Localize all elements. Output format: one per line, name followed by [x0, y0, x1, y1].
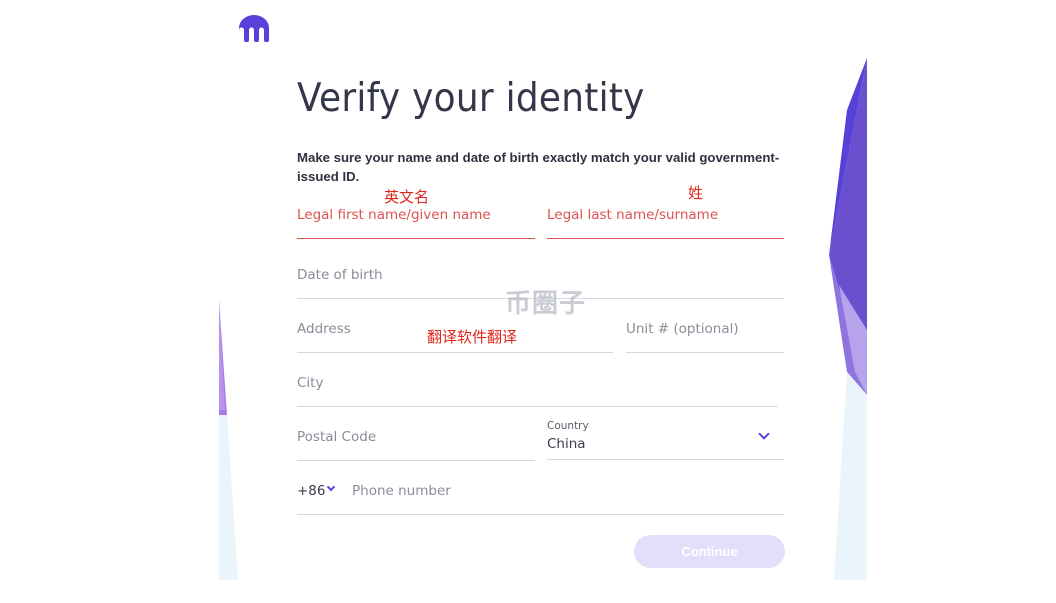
- continue-button[interactable]: Continue: [634, 535, 785, 568]
- annotation-first-name: 英文名: [384, 188, 430, 206]
- chevron-down-icon[interactable]: [758, 428, 770, 440]
- date-of-birth-label: Date of birth: [297, 267, 383, 283]
- postal-code-underline: [297, 460, 535, 461]
- phone-country-code[interactable]: +86: [297, 483, 326, 499]
- phone-underline: [297, 514, 784, 515]
- address-underline: [297, 352, 613, 353]
- last-name-field[interactable]: Legal last name/surname: [547, 207, 784, 239]
- first-name-underline: [297, 238, 535, 239]
- postal-code-label: Postal Code: [297, 429, 377, 445]
- postal-code-field[interactable]: Postal Code: [297, 429, 535, 461]
- phone-number-input[interactable]: Phone number: [352, 483, 451, 499]
- phone-field[interactable]: +86 Phone number: [297, 482, 784, 515]
- last-name-underline: [547, 238, 784, 239]
- address-label: Address: [297, 321, 351, 337]
- page-title: Verify your identity: [297, 76, 645, 121]
- city-label: City: [297, 375, 324, 391]
- page-subtitle: Make sure your name and date of birth ex…: [297, 150, 780, 184]
- city-underline: [297, 406, 778, 407]
- city-field[interactable]: City: [297, 375, 778, 407]
- kraken-logo-icon[interactable]: [237, 14, 271, 42]
- phone-code-chevron-icon[interactable]: [326, 482, 336, 492]
- unit-label: Unit # (optional): [626, 321, 739, 337]
- first-name-label: Legal first name/given name: [297, 207, 491, 223]
- country-underline: [547, 459, 784, 460]
- watermark-text: 币圈子: [505, 289, 587, 319]
- country-label: Country: [547, 420, 589, 432]
- unit-field[interactable]: Unit # (optional): [626, 321, 784, 353]
- country-select[interactable]: Country China: [547, 420, 784, 460]
- annotation-last-name: 姓: [688, 184, 704, 202]
- last-name-label: Legal last name/surname: [547, 207, 719, 223]
- first-name-field[interactable]: Legal first name/given name: [297, 207, 535, 239]
- unit-underline: [626, 352, 784, 353]
- country-value: China: [547, 436, 586, 452]
